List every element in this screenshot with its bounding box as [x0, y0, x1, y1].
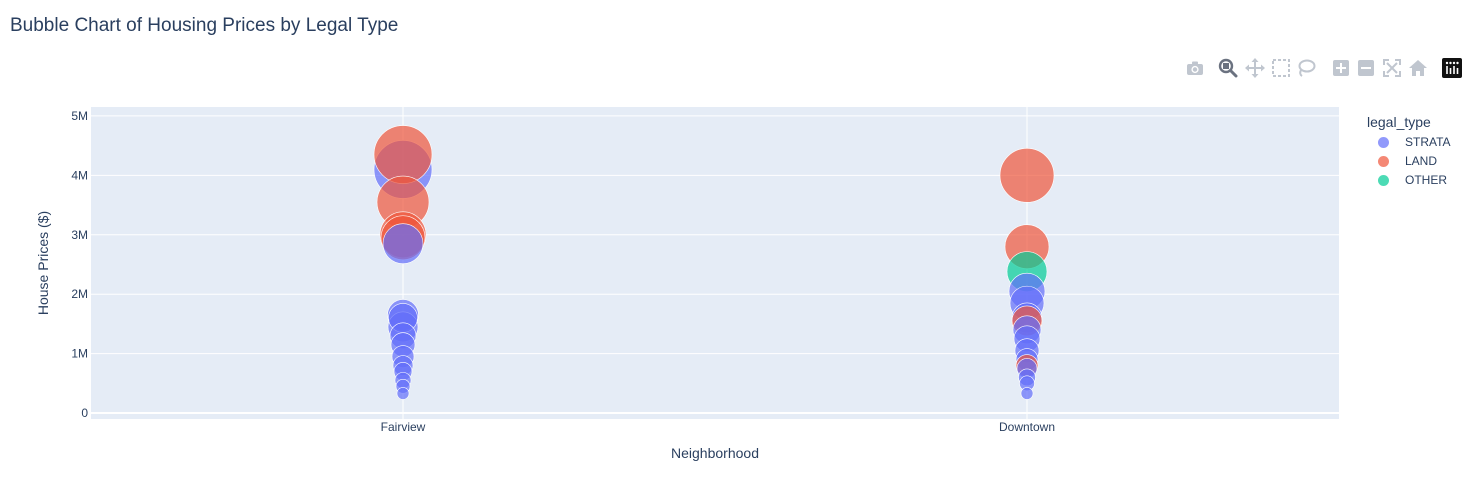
bubble-land[interactable] [373, 125, 433, 184]
legend-marker-land [1378, 155, 1389, 167]
y-tick-label: 5M [71, 109, 88, 123]
legend-item-land[interactable]: LAND [1378, 153, 1437, 169]
legend-item-strata[interactable]: STRATA [1378, 134, 1451, 150]
y-tick-label: 4M [71, 168, 88, 182]
x-tick-label: Downtown [999, 420, 1055, 434]
legend-label-land: LAND [1405, 154, 1438, 168]
legend-marker-strata [1378, 136, 1389, 148]
y-axis-title: House Prices ($) [35, 211, 51, 315]
y-tick-label: 1M [71, 347, 88, 361]
bubble-land[interactable] [999, 148, 1055, 203]
bubble-chart[interactable]: 0 1M 2M 3M 4M 5M Fairview Downtown Neighborhood H… [0, 0, 1482, 482]
bubble-strata[interactable] [382, 223, 424, 264]
legend-item-other[interactable]: OTHER [1378, 172, 1447, 188]
legend-label-strata: STRATA [1405, 135, 1451, 149]
legend-marker-other [1378, 174, 1389, 186]
bubble-strata[interactable] [396, 387, 410, 400]
y-tick-label: 0 [81, 406, 88, 420]
y-tick-label: 2M [71, 287, 88, 301]
x-axis-title: Neighborhood [671, 445, 759, 461]
plot-area [91, 107, 1339, 419]
legend-label-other: OTHER [1405, 173, 1447, 187]
legend-title: legal_type [1367, 114, 1431, 130]
bubble-strata[interactable] [1020, 387, 1034, 400]
y-tick-label: 3M [71, 228, 88, 242]
x-tick-label: Fairview [381, 420, 426, 434]
